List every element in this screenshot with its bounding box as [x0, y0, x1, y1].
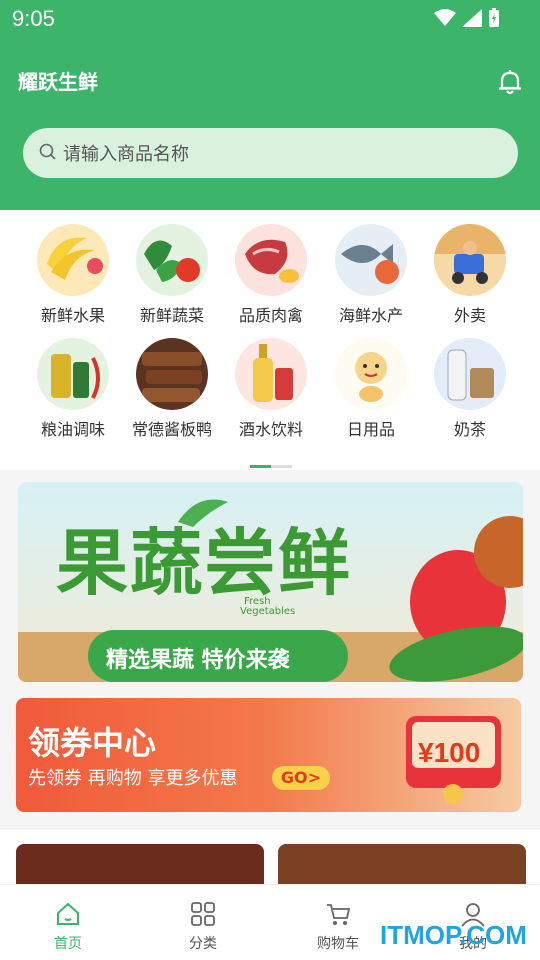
- fish-icon: [335, 224, 407, 296]
- category-seafood[interactable]: 海鲜水产: [321, 224, 421, 326]
- status-icons: [434, 8, 500, 28]
- category-daily[interactable]: 日用品: [321, 338, 421, 440]
- category-milk-tea[interactable]: 奶茶: [420, 338, 520, 440]
- category-delivery[interactable]: 外卖: [420, 224, 520, 326]
- bell-icon[interactable]: [496, 68, 524, 96]
- milk-tea-icon: [434, 338, 506, 410]
- fruit-veg-banner[interactable]: 果蔬尝鲜 Fresh Vegetables 精选果蔬 特价来袭: [18, 482, 523, 682]
- oil-icon: [37, 338, 109, 410]
- cart-icon: [327, 904, 351, 925]
- category-label: 新鲜蔬菜: [139, 306, 204, 325]
- category-label: 外卖: [453, 306, 486, 325]
- grid-icon: [191, 902, 215, 926]
- drink-icon: [235, 338, 307, 410]
- delivery-icon: [434, 224, 506, 296]
- banner-title: 果蔬尝鲜: [56, 521, 353, 605]
- coupon-amount: ¥100: [418, 737, 481, 768]
- duck-icon: [136, 338, 208, 410]
- coupon-title: 领券中心: [28, 724, 157, 762]
- screen: 9:05 耀跃生鲜 请输入商品名称 新鲜水果 新鲜蔬菜 品质肉禽 海鲜水产 外卖…: [0, 0, 540, 960]
- category-duck[interactable]: 常德酱板鸭: [122, 338, 222, 440]
- category-label: 新鲜水果: [40, 306, 105, 325]
- nav-label: 首页: [54, 936, 82, 952]
- meat-icon: [235, 224, 307, 296]
- category-meat[interactable]: 品质肉禽: [221, 224, 321, 326]
- header: 9:05 耀跃生鲜 请输入商品名称: [0, 0, 540, 210]
- nav-home[interactable]: 首页: [28, 901, 108, 953]
- category-label: 日用品: [346, 420, 395, 439]
- home-icon: [57, 902, 79, 925]
- search-placeholder: 请输入商品名称: [63, 144, 189, 165]
- coupon-subtitle: 先领券 再购物 享更多优惠: [28, 768, 238, 789]
- category-label: 奶茶: [453, 420, 486, 439]
- category-oil[interactable]: 粮油调味: [23, 338, 123, 440]
- nav-label: 分类: [189, 936, 217, 952]
- battery-icon: [489, 8, 499, 27]
- status-bar: 9:05: [0, 0, 540, 40]
- search-input[interactable]: 请输入商品名称: [23, 128, 518, 178]
- category-grid: 新鲜水果 新鲜蔬菜 品质肉禽 海鲜水产 外卖 粮油调味 常德酱板鸭 酒水饮料 日…: [0, 210, 540, 470]
- search-icon: [39, 143, 56, 160]
- nav-category[interactable]: 分类: [163, 901, 243, 953]
- banner-tag-line2: Vegetables: [240, 606, 296, 617]
- watermark: ITMOP.COM: [380, 920, 527, 950]
- coupon-banner[interactable]: 领券中心 先领券 再购物 享更多优惠 GO> ¥100: [16, 698, 521, 812]
- category-label: 海鲜水产: [338, 306, 403, 325]
- category-vegetable[interactable]: 新鲜蔬菜: [122, 224, 222, 326]
- category-fruit[interactable]: 新鲜水果: [23, 224, 123, 326]
- category-label: 常德酱板鸭: [131, 420, 212, 439]
- status-time: 9:05: [12, 6, 55, 31]
- page-indicator: [250, 465, 292, 468]
- banner-subtitle: 精选果蔬 特价来袭: [106, 648, 290, 673]
- banana-icon: [37, 224, 109, 296]
- category-label: 粮油调味: [40, 420, 105, 439]
- app-title: 耀跃生鲜: [18, 70, 98, 94]
- mascot-icon: [335, 338, 407, 410]
- vegetable-icon: [136, 224, 208, 296]
- category-drinks[interactable]: 酒水饮料: [221, 338, 321, 440]
- nav-cart[interactable]: 购物车: [298, 901, 378, 953]
- signal-icon: [462, 9, 482, 27]
- nav-label: 购物车: [317, 936, 359, 952]
- product-list: [0, 830, 540, 892]
- wifi-icon: [434, 9, 456, 26]
- go-button[interactable]: GO>: [272, 766, 330, 790]
- category-label: 品质肉禽: [238, 306, 303, 325]
- category-label: 酒水饮料: [238, 420, 303, 439]
